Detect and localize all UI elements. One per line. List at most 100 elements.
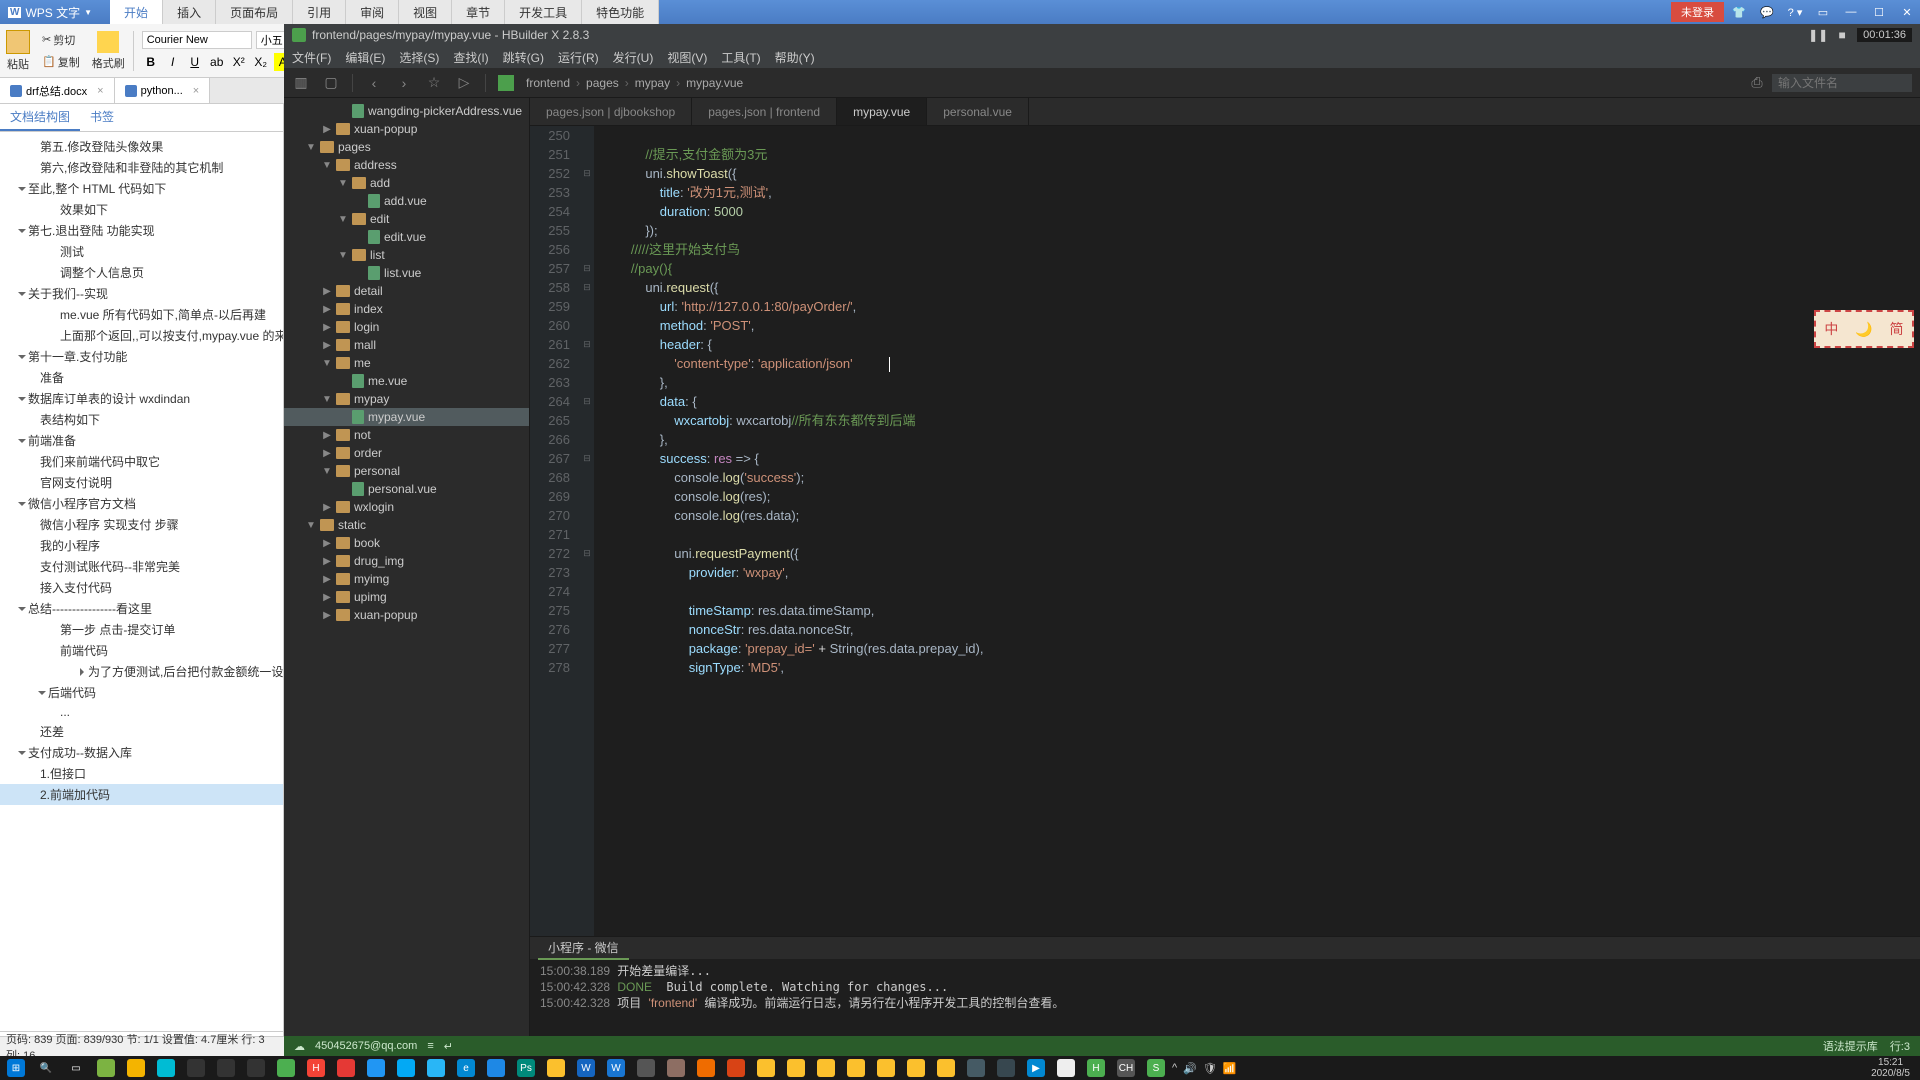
tray-icon[interactable]: 📶: [1223, 1062, 1237, 1075]
crumb[interactable]: pages: [586, 76, 619, 90]
tree-item[interactable]: ▶myimg: [284, 570, 529, 588]
tree-item[interactable]: ▶index: [284, 300, 529, 318]
taskbar-app[interactable]: [932, 1057, 960, 1079]
minimize-icon[interactable]: —: [1838, 2, 1864, 22]
tree-item[interactable]: edit.vue: [284, 228, 529, 246]
taskbar-app[interactable]: H: [302, 1057, 330, 1079]
taskbar-app[interactable]: [92, 1057, 120, 1079]
tree-item[interactable]: ▼list: [284, 246, 529, 264]
wrap-icon[interactable]: ↵: [444, 1040, 453, 1053]
tree-item[interactable]: ▶not: [284, 426, 529, 444]
outline-item[interactable]: 效果如下: [0, 199, 283, 220]
outline-item[interactable]: 第十一章.支付功能: [0, 346, 283, 367]
italic-button[interactable]: I: [164, 53, 182, 71]
wps-tab-8[interactable]: 特色功能: [582, 0, 659, 24]
tray-icon[interactable]: 🔊: [1183, 1062, 1197, 1075]
breadcrumb[interactable]: frontend›pages›mypay›mypay.vue: [526, 76, 743, 90]
outline-item[interactable]: 微信小程序 实现支付 步骤: [0, 514, 283, 535]
outline-item[interactable]: 总结----------------看这里: [0, 598, 283, 619]
restore-icon[interactable]: ▭: [1810, 2, 1836, 22]
bold-button[interactable]: B: [142, 53, 160, 71]
tree-item[interactable]: ▼personal: [284, 462, 529, 480]
maximize-icon[interactable]: ☐: [1866, 2, 1892, 22]
ime-floating-bar[interactable]: 中🌙简: [1814, 310, 1914, 348]
crumb[interactable]: mypay.vue: [686, 76, 743, 90]
outline-item[interactable]: 为了方便测试,后台把付款金额统一设为了 3 元: [0, 661, 283, 682]
wps-tab-6[interactable]: 章节: [452, 0, 505, 24]
crumb[interactable]: mypay: [635, 76, 670, 90]
editor-tabs[interactable]: pages.json | djbookshoppages.json | fron…: [530, 98, 1920, 126]
taskbar-app[interactable]: [392, 1057, 420, 1079]
outline-item[interactable]: 官网支付说明: [0, 472, 283, 493]
tree-item[interactable]: mypay.vue: [284, 408, 529, 426]
file-search-input[interactable]: [1772, 74, 1912, 92]
taskbar-app[interactable]: [662, 1057, 690, 1079]
outline-tab[interactable]: 文档结构图: [0, 104, 80, 131]
tree-item[interactable]: ▼me: [284, 354, 529, 372]
help-icon[interactable]: ? ▾: [1782, 2, 1808, 22]
tree-item[interactable]: ▼address: [284, 156, 529, 174]
editor-tab[interactable]: pages.json | djbookshop: [530, 98, 692, 125]
underline-button[interactable]: U: [186, 53, 204, 71]
taskbar-app[interactable]: [962, 1057, 990, 1079]
taskbar-app[interactable]: [902, 1057, 930, 1079]
code-editor[interactable]: 250 251 252 253 254 255 256 257 258 259 …: [530, 126, 1920, 936]
tree-item[interactable]: ▶upimg: [284, 588, 529, 606]
taskbar-app[interactable]: [182, 1057, 210, 1079]
star-icon[interactable]: ☆: [425, 74, 443, 92]
strike-button[interactable]: ab: [208, 53, 226, 71]
taskbar-app[interactable]: [872, 1057, 900, 1079]
editor-tab[interactable]: mypay.vue: [837, 98, 927, 125]
outline-item[interactable]: 前端准备: [0, 430, 283, 451]
outline-item[interactable]: 数据库订单表的设计 wxdindan: [0, 388, 283, 409]
outline-item[interactable]: 关于我们--实现: [0, 283, 283, 304]
terminal-icon[interactable]: ▢: [322, 74, 340, 92]
outline-item[interactable]: 前端代码: [0, 640, 283, 661]
outline-item[interactable]: 我的小程序: [0, 535, 283, 556]
taskbar-app[interactable]: [272, 1057, 300, 1079]
taskbar-app[interactable]: ⊞: [2, 1057, 30, 1079]
tray-icon[interactable]: 🛡: [1203, 1062, 1217, 1075]
tree-item[interactable]: ▶mall: [284, 336, 529, 354]
taskbar-app[interactable]: [992, 1057, 1020, 1079]
taskbar-app[interactable]: [842, 1057, 870, 1079]
doc-tab[interactable]: python... ×: [115, 78, 211, 103]
outline-item[interactable]: 至此,整个 HTML 代码如下: [0, 178, 283, 199]
taskbar-app[interactable]: [692, 1057, 720, 1079]
tree-item[interactable]: add.vue: [284, 192, 529, 210]
tree-item[interactable]: ▼add: [284, 174, 529, 192]
copy-button[interactable]: 📋 复制: [38, 52, 84, 72]
taskbar-app[interactable]: e: [452, 1057, 480, 1079]
taskbar-app[interactable]: S: [1142, 1057, 1170, 1079]
wps-tab-2[interactable]: 页面布局: [216, 0, 293, 24]
taskbar-app[interactable]: [722, 1057, 750, 1079]
paste-button[interactable]: 粘贴: [6, 30, 30, 72]
tree-item[interactable]: ▶xuan-popup: [284, 120, 529, 138]
taskbar-app[interactable]: H: [1082, 1057, 1110, 1079]
taskbar-clock[interactable]: 15:212020/8/5: [1863, 1057, 1918, 1079]
taskbar-app[interactable]: [542, 1057, 570, 1079]
taskbar-app[interactable]: W: [572, 1057, 600, 1079]
login-button[interactable]: 未登录: [1671, 2, 1724, 22]
menu-item[interactable]: 运行(R): [558, 49, 599, 66]
taskbar-app[interactable]: ▭: [62, 1057, 90, 1079]
tree-item[interactable]: list.vue: [284, 264, 529, 282]
bookmark-tab[interactable]: 书签: [80, 104, 124, 131]
hb-menubar[interactable]: 文件(F)编辑(E)选择(S)查找(I)跳转(G)运行(R)发行(U)视图(V)…: [284, 46, 1920, 68]
outline-item[interactable]: 准备: [0, 367, 283, 388]
outline-item[interactable]: 测试: [0, 241, 283, 262]
tree-item[interactable]: ▼pages: [284, 138, 529, 156]
tree-item[interactable]: ▼static: [284, 516, 529, 534]
windows-taskbar[interactable]: ⊞🔍▭HePsWW▶HCHS ^🔊🛡📶 15:212020/8/5: [0, 1056, 1920, 1080]
doc-tab[interactable]: drf总结.docx ×: [0, 78, 115, 103]
outline-item[interactable]: 支付成功--数据入库: [0, 742, 283, 763]
taskbar-app[interactable]: [122, 1057, 150, 1079]
font-family-select[interactable]: [142, 31, 252, 49]
outline-item[interactable]: 还差: [0, 721, 283, 742]
outline-item[interactable]: 接入支付代码: [0, 577, 283, 598]
outline-item[interactable]: 第六,修改登陆和非登陆的其它机制: [0, 157, 283, 178]
outline-item[interactable]: 后端代码: [0, 682, 283, 703]
tree-item[interactable]: ▶order: [284, 444, 529, 462]
taskbar-app[interactable]: Ps: [512, 1057, 540, 1079]
cut-button[interactable]: ✂ 剪切: [38, 30, 84, 50]
